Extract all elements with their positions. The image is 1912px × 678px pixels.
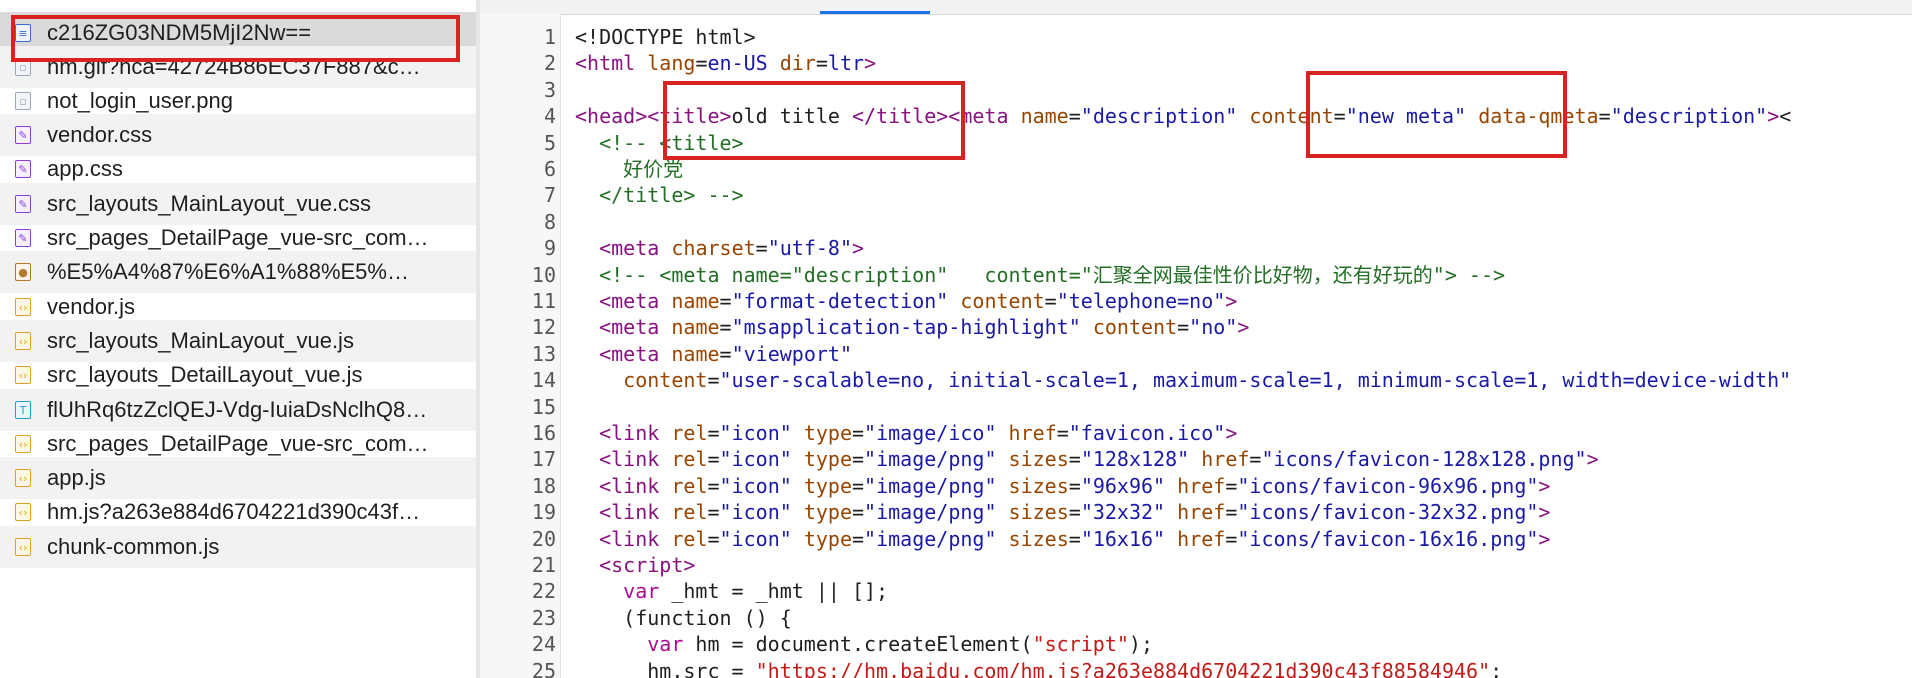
line-number: 16 [531,421,556,445]
line-number: 4 [543,104,556,129]
code-line: 14 content="user-scalable=no, initial-sc… [480,367,1912,393]
line-number: 9 [543,236,556,261]
code-line: 22 var _hmt = _hmt || []; [480,578,1912,604]
script-icon: ‹› [15,298,31,316]
line-number: 7 [543,183,556,208]
code-line: 1 <!DOCTYPE html> [480,24,1912,50]
code-text: <link rel="icon" type="image/png" sizes=… [599,500,1551,525]
script-icon: ‹› [15,366,31,384]
line-number: 3 [543,77,556,102]
line-number: 11 [531,289,556,313]
line-number: 21 [531,553,556,577]
code-line: 2 <html lang=en-US dir=ltr> [480,50,1912,76]
code-line: 18 <link rel="icon" type="image/png" siz… [480,473,1912,499]
code-text: <!-- <meta name="description" content="汇… [599,262,1506,287]
code-line: 17 <link rel="icon" type="image/png" siz… [480,446,1912,472]
source-viewer: 1 <!DOCTYPE html> 2 <html lang=en-US dir=lt… [480,0,1912,678]
code-text: hm.src = "https://hm.baidu.com/hm.js?a26… [575,658,1503,678]
code-text: <link rel="icon" type="image/ico" href="… [599,421,1238,445]
code-line: 11 <meta name="format-detection" content… [480,288,1912,314]
file-list-panel: ≡ c216ZG03NDM5MjI2Nw== ▫ hm.gif?hca=42724B8… [0,0,477,678]
line-number: 20 [531,526,556,551]
code-line: 5 <!-- <title> [480,130,1912,156]
line-number: 19 [531,500,556,525]
code-text: <meta charset="utf-8"> [599,236,865,261]
line-number: 2 [543,51,556,76]
code-line: 13 <meta name="viewport" [480,341,1912,367]
code-text: <meta name="msapplication-tap-highlight"… [599,315,1250,340]
line-number: 22 [531,579,556,604]
code-line: 12 <meta name="msapplication-tap-highlig… [480,314,1912,340]
line-number: 14 [531,368,556,393]
line-number: 15 [531,394,556,419]
script-icon: ‹› [15,435,31,453]
tab-strip [480,0,1912,15]
line-number: 23 [531,605,556,630]
code-line: 6 好价党 [480,156,1912,182]
code-line: 4 <head><title>old title </title><meta na… [480,103,1912,129]
script-icon: ‹› [15,538,31,556]
code-text: <html lang=en-US dir=ltr> [575,51,877,76]
code-text: var hm = document.createElement("script"… [647,632,1153,657]
active-tab-indicator [820,11,930,14]
code-line: 10 <!-- <meta name="description" content… [480,262,1912,288]
badge-image-icon: ● [15,263,31,281]
stylesheet-icon: ✎ [15,126,31,144]
code-line: 8 [480,209,1912,235]
line-number: 1 [543,25,556,49]
code-text: <link rel="icon" type="image/png" sizes=… [599,526,1551,551]
code-text: <meta name="format-detection" content="t… [599,289,1238,313]
stylesheet-icon: ✎ [15,160,31,178]
stylesheet-icon: ✎ [15,195,31,213]
code-line: 9 <meta charset="utf-8"> [480,235,1912,261]
code-line: 7 </title> --> [480,182,1912,208]
line-number: 12 [531,315,556,340]
line-number: 25 [531,658,556,678]
code-text: content="user-scalable=no, initial-scale… [623,368,1792,393]
code-line: 23 (function () { [480,605,1912,631]
line-number: 6 [543,157,556,181]
code-line: 20 <link rel="icon" type="image/png" siz… [480,526,1912,552]
line-number: 24 [531,632,556,657]
code-text: (function () { [575,605,792,630]
file-list-item[interactable]: ‹› chunk-common.js [0,526,476,568]
image-icon: ▫ [15,92,31,110]
code-text: <link rel="icon" type="image/png" sizes=… [599,473,1551,498]
code-line: 19 <link rel="icon" type="image/png" siz… [480,499,1912,525]
document-icon: ≡ [15,24,31,42]
line-number: 17 [531,447,556,472]
code-text: <head><title>old title </title><meta nam… [575,104,1792,129]
code-text: <!-- <title> [599,130,744,155]
stylesheet-icon: ✎ [15,229,31,247]
script-icon: ‹› [15,332,31,350]
code-line: 21 <script> [480,552,1912,578]
image-icon: ▫ [15,58,31,76]
code-text: <link rel="icon" type="image/png" sizes=… [599,447,1599,472]
script-icon: ‹› [15,469,31,487]
line-number: 18 [531,473,556,498]
code-line: 15 [480,394,1912,420]
code-text: <meta name="viewport" [599,341,852,366]
code-line: 16 <link rel="icon" type="image/ico" hre… [480,420,1912,446]
line-number: 8 [543,209,556,234]
code-text: <script> [599,553,696,577]
code-text: 好价党 [575,157,684,181]
line-number: 13 [531,341,556,366]
font-icon: T [15,401,31,419]
code-text: </title> --> [575,183,744,208]
script-icon: ‹› [15,503,31,521]
code-line: 24 var hm = document.createElement("scri… [480,631,1912,657]
code-line: 3 [480,77,1912,103]
line-number: 5 [543,130,556,155]
line-number: 10 [531,262,556,287]
code-text: var _hmt = _hmt || []; [623,579,889,604]
code-text: <!DOCTYPE html> [575,25,756,49]
file-name: chunk-common.js [47,534,220,559]
code-line: 25 hm.src = "https://hm.baidu.com/hm.js?… [480,658,1912,678]
